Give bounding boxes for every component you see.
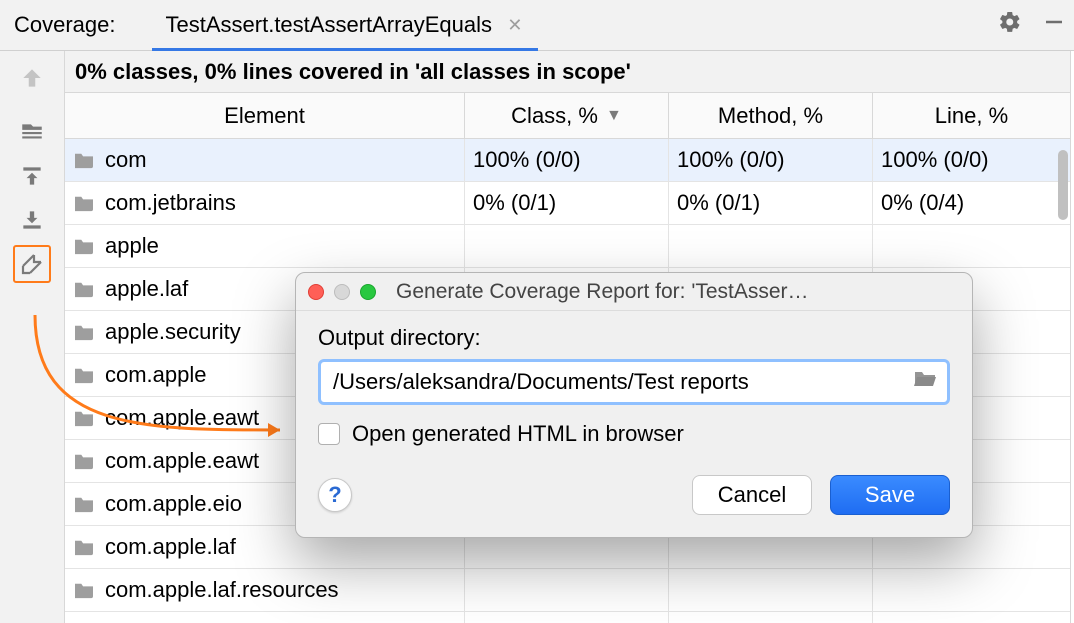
sort-desc-icon: ▼ — [606, 107, 622, 125]
panel-header: Coverage: TestAssert.testAssertArrayEqua… — [0, 0, 1074, 51]
col-element[interactable]: Element — [65, 93, 465, 138]
cell-method — [669, 612, 873, 623]
close-window-icon[interactable] — [308, 284, 324, 300]
side-toolbar — [0, 51, 64, 623]
col-class[interactable]: Class, % ▼ — [465, 93, 669, 138]
package-icon — [73, 538, 95, 556]
cell-method — [669, 569, 873, 611]
summary-text: 0% classes, 0% lines covered in 'all cla… — [75, 59, 631, 85]
package-icon — [73, 323, 95, 341]
save-button[interactable]: Save — [830, 475, 950, 515]
package-name: com.apple.eawt — [105, 448, 259, 474]
table-row[interactable]: com.apple.laf.resources — [65, 569, 1070, 612]
output-dir-label: Output directory: — [318, 325, 950, 351]
package-icon — [73, 366, 95, 384]
gear-icon[interactable] — [998, 10, 1022, 40]
col-line[interactable]: Line, % — [873, 93, 1070, 138]
cell-method: 100% (0/0) — [669, 139, 873, 181]
package-name: com.apple.laf.resources — [105, 577, 339, 603]
package-icon — [73, 280, 95, 298]
checkbox-icon[interactable] — [318, 423, 340, 445]
cell-method — [669, 225, 873, 267]
browse-folder-icon[interactable] — [913, 369, 937, 395]
cell-class: 100% (0/0) — [465, 139, 669, 181]
package-name: com — [105, 147, 147, 173]
coverage-summary: 0% classes, 0% lines covered in 'all cla… — [64, 51, 1071, 93]
cell-class — [465, 225, 669, 267]
checkbox-label: Open generated HTML in browser — [352, 421, 684, 447]
package-name: com.apple.laf — [105, 534, 236, 560]
table-row[interactable]: apple — [65, 225, 1070, 268]
cell-element: com.jetbrains — [65, 182, 465, 224]
cell-element: apple — [65, 225, 465, 267]
package-name: com.apple.eio — [105, 491, 242, 517]
cell-class — [465, 569, 669, 611]
open-html-checkbox-row[interactable]: Open generated HTML in browser — [318, 421, 950, 447]
table-header: Element Class, % ▼ Method, % Line, % — [65, 93, 1070, 139]
cell-element: com — [65, 139, 465, 181]
output-dir-field-wrap — [318, 359, 950, 405]
package-icon — [73, 151, 95, 169]
cancel-button[interactable]: Cancel — [692, 475, 812, 515]
generate-report-icon[interactable] — [13, 245, 51, 283]
minimize-icon[interactable] — [1042, 10, 1066, 40]
cell-method: 0% (0/1) — [669, 182, 873, 224]
flatten-packages-icon[interactable] — [13, 113, 51, 151]
col-method[interactable]: Method, % — [669, 93, 873, 138]
package-icon — [73, 581, 95, 599]
navigate-up-icon[interactable] — [19, 65, 45, 97]
cell-line — [873, 612, 1070, 623]
generate-report-dialog: Generate Coverage Report for: 'TestAsser… — [295, 272, 973, 538]
cell-line — [873, 569, 1070, 611]
zoom-window-icon[interactable] — [360, 284, 376, 300]
package-name: apple.security — [105, 319, 241, 345]
dialog-title: Generate Coverage Report for: 'TestAsser… — [396, 280, 960, 304]
minimize-window-icon — [334, 284, 350, 300]
cell-line — [873, 225, 1070, 267]
package-icon — [73, 194, 95, 212]
tab-label: TestAssert.testAssertArrayEquals — [166, 12, 492, 38]
coverage-tab[interactable]: TestAssert.testAssertArrayEquals ✕ — [166, 0, 528, 51]
package-name: com.apple — [105, 362, 207, 388]
package-name: apple.laf — [105, 276, 188, 302]
package-name: com.jetbrains — [105, 190, 236, 216]
package-icon — [73, 409, 95, 427]
panel-title: Coverage: — [14, 12, 116, 38]
autoscroll-to-source-icon[interactable] — [13, 157, 51, 195]
dialog-titlebar[interactable]: Generate Coverage Report for: 'TestAsser… — [296, 273, 972, 311]
cell-element: com.apple.laf.resources — [65, 569, 465, 611]
scrollbar-thumb[interactable] — [1058, 150, 1068, 220]
close-tab-icon[interactable]: ✕ — [506, 16, 524, 34]
output-dir-input[interactable] — [331, 368, 901, 396]
window-controls — [308, 284, 376, 300]
help-button[interactable]: ? — [318, 478, 352, 512]
table-row[interactable]: com100% (0/0)100% (0/0)100% (0/0) — [65, 139, 1070, 182]
autoscroll-from-source-icon[interactable] — [13, 201, 51, 239]
cell-line: 100% (0/0) — [873, 139, 1070, 181]
package-name: apple — [105, 233, 159, 259]
package-icon — [73, 495, 95, 513]
table-row[interactable]: com.jetbrains0% (0/1)0% (0/1)0% (0/4) — [65, 182, 1070, 225]
cell-class: 0% (0/1) — [465, 182, 669, 224]
package-name: com.apple.eawt — [105, 405, 259, 431]
cell-element: com.sun — [65, 612, 465, 623]
package-icon — [73, 237, 95, 255]
package-icon — [73, 452, 95, 470]
cell-line: 0% (0/4) — [873, 182, 1070, 224]
table-row[interactable]: com.sun — [65, 612, 1070, 623]
cell-class — [465, 612, 669, 623]
